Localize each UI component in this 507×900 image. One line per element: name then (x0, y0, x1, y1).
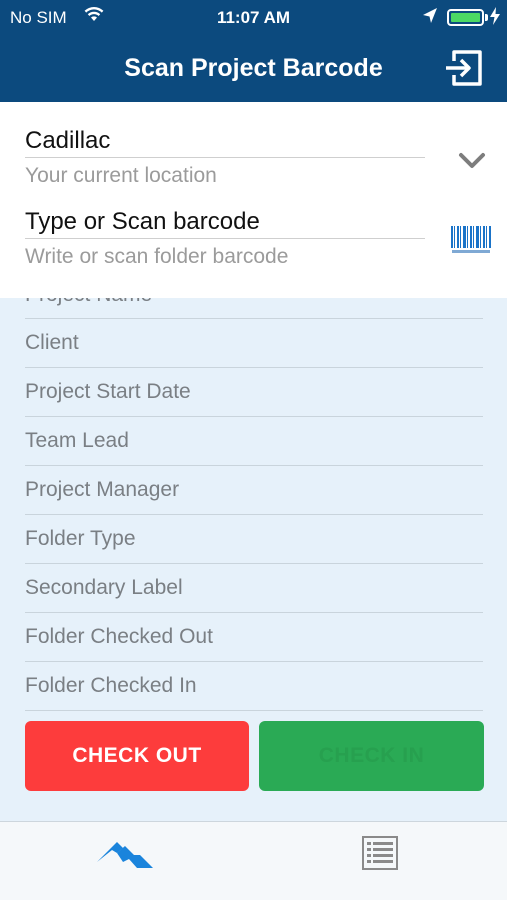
detail-row-folder-checked-out: Folder Checked Out (25, 613, 483, 662)
detail-row-project-name: Project Name (25, 298, 483, 319)
sign-out-icon[interactable] (444, 48, 484, 88)
barcode-hint: Write or scan folder barcode (25, 245, 289, 268)
battery-tip (485, 14, 488, 21)
detail-row-secondary-label: Secondary Label (25, 564, 483, 613)
location-value[interactable]: Cadillac (25, 124, 425, 158)
mountain-icon[interactable] (95, 836, 157, 872)
project-details-list: Project Name Client Project Start Date T… (25, 298, 483, 711)
barcode-input[interactable]: Type or Scan barcode (25, 205, 425, 239)
check-out-button[interactable]: CHECK OUT (25, 721, 249, 791)
battery-icon (447, 9, 484, 26)
tab-bar (0, 821, 507, 900)
barcode-field[interactable]: Type or Scan barcode Write or scan folde… (25, 205, 425, 269)
page-title: Scan Project Barcode (124, 54, 383, 82)
location-arrow-icon (422, 7, 438, 30)
location-hint: Your current location (25, 164, 217, 187)
status-bar: No SIM 11:07 AM (0, 0, 507, 34)
detail-row-project-start-date: Project Start Date (25, 368, 483, 417)
charging-icon (490, 7, 500, 28)
detail-row-client: Client (25, 319, 483, 368)
detail-row-project-manager: Project Manager (25, 466, 483, 515)
nav-bar: Scan Project Barcode (0, 34, 507, 102)
location-field[interactable]: Cadillac Your current location (25, 124, 425, 188)
chevron-down-icon[interactable] (458, 152, 486, 170)
detail-row-folder-type: Folder Type (25, 515, 483, 564)
barcode-icon[interactable] (450, 224, 492, 256)
detail-row-team-lead: Team Lead (25, 417, 483, 466)
list-icon[interactable] (362, 836, 398, 870)
check-in-button[interactable]: CHECK IN (259, 721, 484, 791)
detail-row-folder-checked-in: Folder Checked In (25, 662, 483, 711)
